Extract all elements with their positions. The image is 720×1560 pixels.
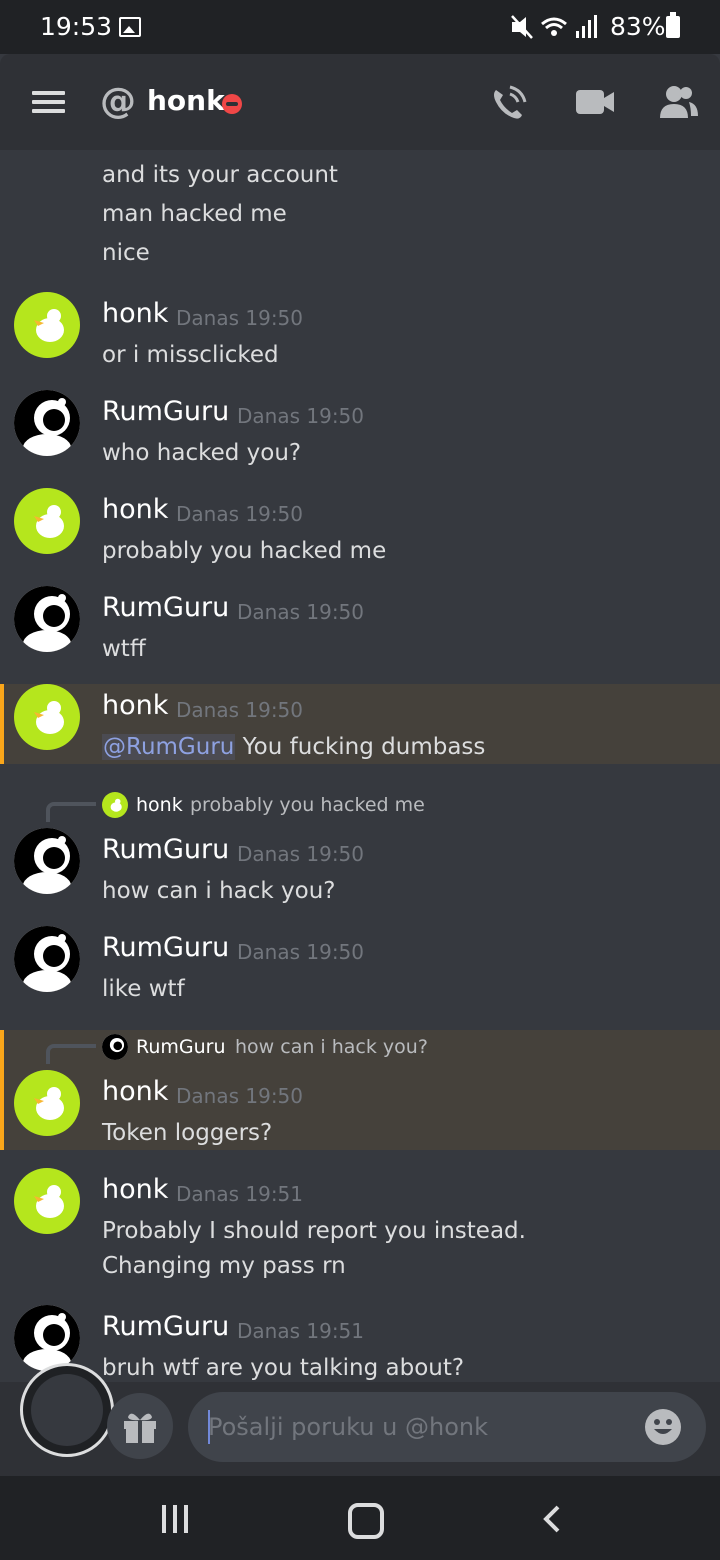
avatar-honk[interactable]: [14, 1070, 80, 1136]
message-author[interactable]: honk: [102, 690, 168, 721]
goose-avatar-icon: [110, 798, 122, 812]
message-timestamp: Danas 19:50: [237, 404, 365, 428]
channel-title: honk: [147, 84, 225, 117]
gift-icon: [124, 1413, 156, 1443]
gift-button[interactable]: [107, 1393, 173, 1459]
avatar-rumguru[interactable]: [14, 1305, 80, 1371]
message-author[interactable]: honk: [102, 298, 168, 329]
message-timestamp: Danas 19:50: [237, 600, 365, 624]
voice-call-icon[interactable]: [488, 84, 528, 124]
astronaut-avatar-icon: [14, 926, 80, 992]
message-line: bruh wtf are you talking about?: [102, 1355, 465, 1381]
message-line: Probably I should report you instead.: [102, 1218, 526, 1244]
attachment-bubble-button[interactable]: [20, 1363, 114, 1457]
goose-avatar-icon: [34, 309, 64, 342]
text-caret: [208, 1410, 210, 1444]
home-icon[interactable]: [348, 1503, 384, 1539]
avatar-honk[interactable]: [14, 488, 80, 554]
message-line: how can i hack you?: [102, 878, 336, 904]
video-call-icon[interactable]: [575, 87, 615, 117]
channel-header: @ honk: [0, 54, 720, 150]
gallery-notification-icon: [119, 17, 141, 37]
at-icon: @: [100, 81, 136, 122]
status-time: 19:53: [40, 12, 113, 41]
message-timestamp: Danas 19:51: [237, 1319, 365, 1343]
user-mention[interactable]: @RumGuru: [102, 734, 236, 760]
message-input[interactable]: Pošalji poruku u @honk: [188, 1392, 706, 1462]
battery-percent: 83%: [610, 12, 666, 41]
chat-preview-thumbnail: [31, 1374, 103, 1446]
message-line-text: You fucking dumbass: [235, 734, 486, 760]
message-author[interactable]: RumGuru: [102, 592, 229, 623]
status-icons-svg: [511, 15, 597, 39]
message-author[interactable]: RumGuru: [102, 1311, 229, 1342]
message-author[interactable]: honk: [102, 1076, 168, 1107]
message-line: nice: [102, 240, 150, 266]
astronaut-avatar-icon: [14, 390, 80, 456]
emoji-icon[interactable]: [645, 1409, 681, 1445]
message-line: Changing my pass rn: [102, 1253, 346, 1279]
battery-icon: [666, 12, 680, 38]
goose-avatar-icon: [34, 1185, 64, 1218]
message-timestamp: Danas 19:50: [176, 502, 304, 526]
message-line: man hacked me: [102, 201, 287, 227]
avatar-rumguru[interactable]: [14, 586, 80, 652]
astronaut-avatar-icon: [102, 1034, 128, 1060]
reply-preview[interactable]: probably you hacked me: [190, 794, 425, 816]
dnd-status-icon: [222, 94, 242, 114]
message-line: who hacked you?: [102, 440, 302, 466]
recent-apps-icon[interactable]: [160, 1505, 190, 1533]
message-timestamp: Danas 19:50: [237, 940, 365, 964]
message-line: and its your account: [102, 162, 338, 188]
message-timestamp: Danas 19:50: [237, 842, 365, 866]
reply-avatar-rumguru: [102, 1034, 128, 1060]
goose-avatar-icon: [34, 505, 64, 538]
message-timestamp: Danas 19:50: [176, 306, 304, 330]
message-author[interactable]: honk: [102, 1174, 168, 1205]
astronaut-avatar-icon: [14, 586, 80, 652]
message-timestamp: Danas 19:51: [176, 1182, 304, 1206]
message-line: wtff: [102, 636, 146, 662]
avatar-honk[interactable]: [14, 684, 80, 750]
avatar-honk[interactable]: [14, 1168, 80, 1234]
reply-connector: [46, 1044, 96, 1064]
members-icon[interactable]: [658, 84, 698, 120]
reply-author[interactable]: RumGuru: [136, 1036, 226, 1058]
message-author[interactable]: RumGuru: [102, 834, 229, 865]
back-icon[interactable]: [540, 1505, 564, 1533]
reply-preview[interactable]: how can i hack you?: [235, 1036, 428, 1058]
reply-author[interactable]: honk: [136, 794, 183, 816]
message-line: probably you hacked me: [102, 538, 387, 564]
astronaut-avatar-icon: [14, 828, 80, 894]
goose-avatar-icon: [34, 1087, 64, 1120]
menu-icon[interactable]: [32, 91, 65, 113]
goose-avatar-icon: [34, 701, 64, 734]
avatar-rumguru[interactable]: [14, 926, 80, 992]
message-line: or i missclicked: [102, 342, 279, 368]
message-line: Token loggers?: [102, 1120, 273, 1146]
mute-wifi-signal-icons: [510, 14, 600, 46]
reply-avatar-honk: [102, 792, 128, 818]
avatar-rumguru[interactable]: [14, 390, 80, 456]
avatar-rumguru[interactable]: [14, 828, 80, 894]
message-line: like wtf: [102, 976, 185, 1002]
message-list: and its your account man hacked me nice …: [0, 150, 720, 1382]
status-bar: 19:53 83%: [0, 0, 720, 54]
astronaut-avatar-icon: [14, 1305, 80, 1371]
avatar-honk[interactable]: [14, 292, 80, 358]
message-timestamp: Danas 19:50: [176, 1084, 304, 1108]
message-timestamp: Danas 19:50: [176, 698, 304, 722]
message-author[interactable]: RumGuru: [102, 396, 229, 427]
message-author[interactable]: honk: [102, 494, 168, 525]
message-line: @RumGuru You fucking dumbass: [102, 734, 485, 760]
reply-connector: [46, 802, 96, 822]
message-author[interactable]: RumGuru: [102, 932, 229, 963]
